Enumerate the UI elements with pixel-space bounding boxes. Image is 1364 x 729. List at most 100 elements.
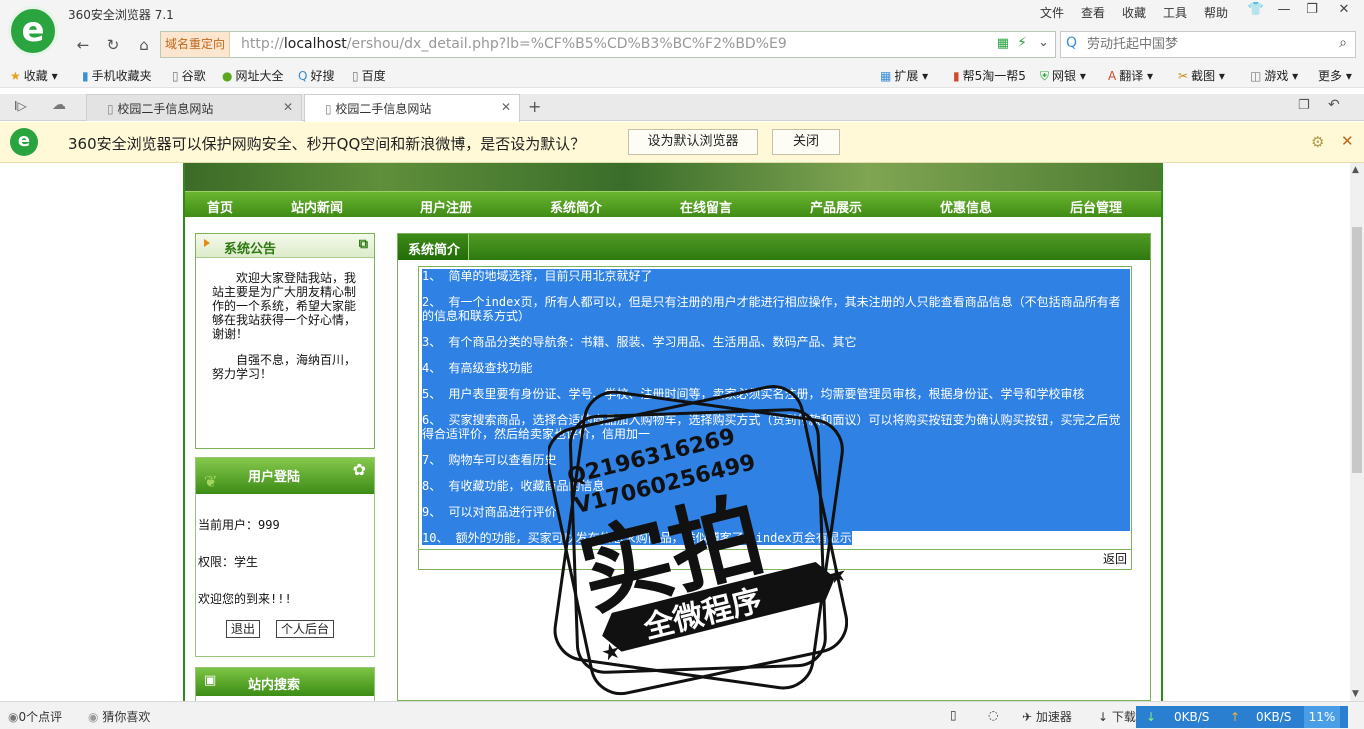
announce-motto: 自强不息，海纳百川，努力学习！ bbox=[212, 353, 357, 381]
intro-line-1: 1、 简单的地域选择，目前只用北京就好了 bbox=[422, 269, 653, 283]
back-icon[interactable]: ← bbox=[72, 34, 94, 56]
nav-home[interactable]: 首页 bbox=[207, 197, 233, 216]
close-icon[interactable]: ✕ bbox=[1341, 132, 1354, 150]
scroll-thumb[interactable] bbox=[1352, 227, 1362, 473]
announce-text: 欢迎大家登陆我站，我站主要是为广大朋友精心制作的一个系统，希望大家能够在我站获得… bbox=[212, 271, 357, 341]
main-title: 系统简介 bbox=[398, 234, 470, 260]
rocket-icon: ✈ bbox=[1022, 710, 1033, 724]
translate-icon: A bbox=[1108, 69, 1117, 83]
home-icon[interactable]: ⌂ bbox=[133, 34, 155, 56]
new-tab-icon[interactable]: + bbox=[528, 97, 541, 116]
url-text[interactable]: http://localhost/ershou/dx_detail.php?lb… bbox=[241, 36, 787, 52]
mobile-icon[interactable]: ▯ bbox=[950, 708, 957, 722]
page-icon: ▯ bbox=[325, 102, 336, 116]
search-box[interactable]: Q ⌕ bbox=[1060, 31, 1356, 58]
menu-view[interactable]: 查看 bbox=[1081, 4, 1105, 21]
browser-logo-icon[interactable]: e bbox=[8, 6, 58, 56]
url-input[interactable]: 域名重定向 http://localhost/ershou/dx_detail.… bbox=[160, 31, 1056, 58]
download-status[interactable]: ↓ 下载 bbox=[1098, 708, 1136, 725]
bookmark-sites[interactable]: ● 网址大全 bbox=[222, 67, 284, 84]
bookmark-haosou[interactable]: Q 好搜 bbox=[298, 67, 334, 84]
search-engine-icon[interactable]: Q bbox=[1066, 35, 1077, 51]
toolbar-translate[interactable]: A 翻译 ▾ bbox=[1108, 67, 1153, 84]
intro-line-4: 4、 有高级查找功能 bbox=[422, 361, 533, 375]
extensions-icon: ▦ bbox=[880, 69, 892, 83]
main-header: 系统简介 bbox=[398, 234, 1150, 260]
search-icon[interactable]: ⌕ bbox=[1339, 35, 1347, 51]
scroll-down-icon[interactable]: ▼ bbox=[1352, 689, 1359, 699]
leaf-icon: ❦ bbox=[204, 472, 218, 491]
bookmark-baidu[interactable]: ▯ 百度 bbox=[352, 67, 386, 84]
compat-icon[interactable]: ◌ bbox=[988, 708, 998, 722]
undo-close-icon[interactable]: ↶ bbox=[1328, 97, 1340, 113]
bookmark-favorites[interactable]: ★ 收藏 ▾ bbox=[10, 67, 58, 84]
maximize-icon[interactable]: ❐ bbox=[1296, 0, 1328, 22]
speed-mode-icon[interactable]: ⚡ bbox=[1017, 35, 1027, 51]
refresh-icon[interactable]: ↻ bbox=[102, 34, 124, 56]
menu-tools[interactable]: 工具 bbox=[1163, 4, 1187, 21]
sidebar-toggle-icon[interactable]: I▷ bbox=[14, 99, 27, 113]
close-icon[interactable]: ✕ bbox=[1328, 0, 1360, 22]
gear-icon[interactable]: ⚙ bbox=[1311, 133, 1324, 151]
accelerator[interactable]: ✈ 加速器 bbox=[1022, 708, 1072, 725]
tab-close-icon[interactable]: ✕ bbox=[501, 100, 511, 114]
phone-icon: ▮ bbox=[82, 69, 89, 83]
address-bar: ← ↻ ⌂ 域名重定向 http://localhost/ershou/dx_d… bbox=[0, 28, 1364, 62]
site-nav: 首页 站内新闻 用户注册 系统简介 在线留言 产品展示 优惠信息 后台管理 bbox=[185, 191, 1161, 217]
intro-line-10: 10、 额外的功能，买家可以发布信息求购商品，类似博客了，index页会有显示 bbox=[422, 531, 852, 545]
search-input[interactable] bbox=[1087, 35, 1317, 54]
star-icon: ★ bbox=[10, 69, 21, 83]
site-container: 首页 站内新闻 用户注册 系统简介 在线留言 产品展示 优惠信息 后台管理 系统… bbox=[183, 163, 1163, 701]
bookmark-google[interactable]: ▯ 谷歌 bbox=[172, 67, 206, 84]
more-icon[interactable]: ⧉ bbox=[359, 237, 368, 252]
cloud-icon[interactable]: ☁ bbox=[52, 97, 66, 113]
game-icon: ◫ bbox=[1250, 69, 1262, 83]
logout-button[interactable]: 退出 bbox=[226, 620, 261, 638]
chevron-down-icon[interactable]: ⌄ bbox=[1038, 35, 1049, 50]
menu-favorites[interactable]: 收藏 bbox=[1122, 4, 1146, 21]
bookmark-mobile[interactable]: ▮ 手机收藏夹 bbox=[82, 67, 152, 84]
tab-2-active[interactable]: ▯ 校园二手信息网站 ✕ bbox=[304, 94, 520, 122]
nav-intro[interactable]: 系统简介 bbox=[550, 197, 602, 216]
personal-admin-button[interactable]: 个人后台 bbox=[276, 620, 335, 638]
toolbar-bang5[interactable]: ▮ 帮5淘一帮5 bbox=[953, 67, 1026, 84]
nav-register[interactable]: 用户注册 bbox=[420, 197, 472, 216]
toolbar-more[interactable]: 更多 ▾ bbox=[1318, 67, 1352, 84]
toolbar-screenshot[interactable]: ✂ 截图 ▾ bbox=[1178, 67, 1225, 84]
nav-message[interactable]: 在线留言 bbox=[680, 197, 732, 216]
default-browser-notice: e 360安全浏览器可以保护网购安全、秒开QQ空间和新浪微博，是否设为默认？ 设… bbox=[0, 122, 1364, 163]
back-link[interactable]: 返回 bbox=[1103, 550, 1127, 567]
scroll-up-icon[interactable]: ▲ bbox=[1352, 165, 1359, 175]
nav-offers[interactable]: 优惠信息 bbox=[940, 197, 992, 216]
cpu-usage: 11% bbox=[1304, 706, 1340, 728]
download-icon: ↓ bbox=[1098, 710, 1109, 724]
tab-1[interactable]: ▯ 校园二手信息网站 ✕ bbox=[86, 94, 302, 121]
nav-admin[interactable]: 后台管理 bbox=[1070, 197, 1122, 216]
browser-logo-icon: e bbox=[10, 128, 38, 156]
toolbar-extensions[interactable]: ▦ 扩展 ▾ bbox=[880, 67, 928, 84]
notice-close-button[interactable]: 关闭 bbox=[772, 129, 840, 155]
page-icon: ▯ bbox=[352, 69, 359, 83]
divider bbox=[419, 549, 1131, 550]
qrcode-icon[interactable]: ▦ bbox=[997, 36, 1009, 51]
page-icon: ▯ bbox=[107, 102, 118, 116]
network-speed[interactable]: ↓ 0KB/S ↑ 0KB/S 11% bbox=[1136, 706, 1348, 728]
toolbar-games[interactable]: ◫ 游戏 ▾ bbox=[1250, 67, 1298, 84]
intro-detail: 1、 简单的地域选择，目前只用北京就好了 2、 有一个index页，所有人都可以… bbox=[418, 266, 1132, 570]
guess-status[interactable]: ◉ 猜你喜欢 bbox=[88, 708, 150, 725]
menu-file[interactable]: 文件 bbox=[1040, 4, 1064, 21]
tab-list-icon[interactable]: ❐ bbox=[1298, 98, 1310, 113]
comment-icon: ◉ bbox=[8, 710, 19, 724]
vertical-scrollbar[interactable]: ▲ ▼ bbox=[1350, 163, 1364, 701]
tab-close-icon[interactable]: ✕ bbox=[283, 100, 293, 114]
menu-help[interactable]: 帮助 bbox=[1204, 4, 1228, 21]
nav-news[interactable]: 站内新闻 bbox=[291, 197, 343, 216]
set-default-button[interactable]: 设为默认浏览器 bbox=[628, 129, 758, 155]
redirect-badge[interactable]: 域名重定向 bbox=[161, 32, 231, 57]
announce-panel: 系统公告 ⧉ 欢迎大家登陆我站，我站主要是为广大朋友精心制作的一个系统，希望大家… bbox=[195, 233, 375, 449]
comments-status[interactable]: ◉0个点评 bbox=[8, 708, 62, 725]
nav-products[interactable]: 产品展示 bbox=[810, 197, 862, 216]
toolbar-bank[interactable]: ⛨ 网银 ▾ bbox=[1040, 67, 1086, 84]
heart-icon: ◉ bbox=[88, 710, 99, 724]
notice-text: 360安全浏览器可以保护网购安全、秒开QQ空间和新浪微博，是否设为默认？ bbox=[68, 135, 586, 153]
